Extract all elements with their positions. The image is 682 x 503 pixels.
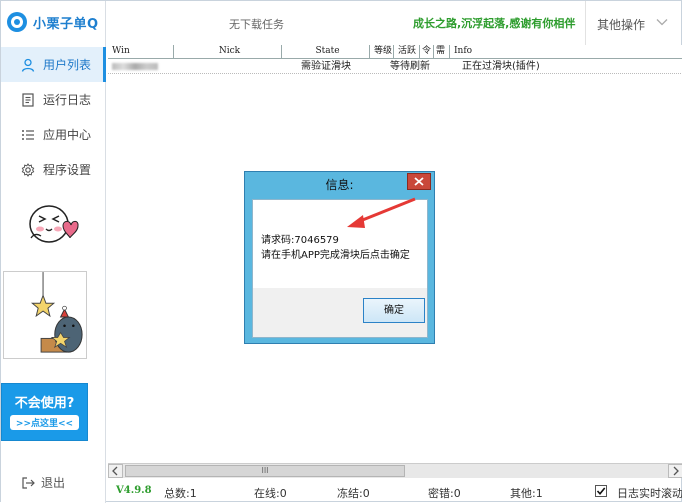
log-icon: [21, 92, 35, 107]
column-header-state[interactable]: State: [282, 45, 370, 59]
column-header-win[interactable]: Win: [108, 45, 174, 59]
scroll-thumb[interactable]: III: [125, 465, 405, 477]
sidebar-item-app-center[interactable]: 应用中心: [1, 117, 106, 152]
sidebar-item-user-list[interactable]: 用户列表: [1, 47, 106, 82]
heart-face-sticker: [29, 205, 79, 243]
header-divider: [585, 1, 586, 45]
sidebar-nav: 用户列表 运行日志 应用中心 程序设置: [1, 47, 106, 187]
column-header-xu[interactable]: 需: [434, 45, 450, 59]
cell-nick: [174, 60, 282, 74]
sidebar-item-label: 应用中心: [43, 128, 92, 142]
ok-button[interactable]: 确定: [363, 298, 425, 323]
close-button[interactable]: [407, 173, 431, 190]
column-header-info[interactable]: Info: [450, 45, 682, 59]
column-header-nick[interactable]: Nick: [174, 45, 282, 59]
status-bar: V4.9.8 总数:1 在线:0 冻结:0 密错:0 其他:1 日志实时滚动: [108, 479, 682, 503]
chevron-left-icon: [112, 466, 118, 476]
gear-icon: [21, 162, 35, 177]
log-scroll-checkbox[interactable]: [595, 485, 607, 497]
table-row[interactable]: 需验证滑块 等待刷新 正在过滑块(插件): [108, 60, 682, 74]
logout-button[interactable]: 退出: [21, 474, 65, 491]
request-code: 请求码:7046579: [261, 235, 339, 246]
download-task-status: 无下载任务: [229, 18, 284, 31]
online-count: 在线:0: [254, 487, 287, 500]
chevron-down-icon[interactable]: [656, 16, 668, 28]
cell-info: 正在过滑块(插件): [462, 61, 540, 72]
red-arrow-annotation: [347, 197, 416, 228]
sidebar-item-settings[interactable]: 程序设置: [1, 152, 106, 187]
cell-win: [108, 60, 174, 74]
top-header: 无下载任务 成长之路,沉浮起落,感谢有你相伴 其他操作: [107, 1, 682, 45]
logo-icon: [7, 12, 27, 32]
user-icon: [21, 58, 35, 72]
password-error-count: 密错:0: [428, 487, 461, 500]
sidebar-item-label: 程序设置: [43, 163, 92, 177]
table-header: Win Nick State 等级 活跃 令 需 Info: [108, 45, 682, 59]
close-icon: [414, 177, 424, 186]
help-link[interactable]: >>点这里<<: [9, 415, 80, 430]
logout-icon: [21, 476, 35, 490]
column-header-active[interactable]: 活跃: [394, 45, 420, 59]
cat-star-sticker: [3, 271, 87, 359]
column-header-level[interactable]: 等级: [370, 45, 394, 59]
help-title: 不会使用?: [14, 396, 75, 411]
help-banner[interactable]: 不会使用? >>点这里<<: [1, 383, 88, 441]
app-logo: 小栗子单Q: [7, 9, 99, 35]
list-icon: [21, 128, 35, 142]
other-operations-menu[interactable]: 其他操作: [597, 16, 645, 33]
cell-state: 需验证滑块: [301, 61, 351, 72]
cell-level: 等待刷新: [390, 61, 430, 72]
frozen-count: 冻结:0: [337, 487, 370, 500]
sidebar: 小栗子单Q 用户列表 运行日志 应用中心 程序设置 不会使用? >>点这里<< …: [1, 1, 106, 503]
sidebar-item-run-log[interactable]: 运行日志: [1, 82, 106, 117]
sidebar-item-label: 运行日志: [43, 93, 92, 107]
scroll-right-button[interactable]: [668, 464, 682, 478]
dialog-instruction: 请在手机APP完成滑块后点击确定: [261, 250, 410, 261]
chevron-right-icon: [673, 466, 679, 476]
redacted-account: [112, 63, 158, 70]
version-label: V4.9.8: [116, 485, 152, 496]
slogan: 成长之路,沉浮起落,感谢有你相伴: [413, 17, 576, 30]
app-name: 小栗子单Q: [33, 16, 99, 32]
column-header-ling[interactable]: 令: [420, 45, 434, 59]
other-count: 其他:1: [510, 487, 543, 500]
sidebar-item-label: 用户列表: [43, 58, 92, 72]
dialog-title: 信息:: [325, 178, 354, 192]
horizontal-scrollbar[interactable]: III: [108, 463, 682, 478]
log-scroll-label: 日志实时滚动: [617, 487, 682, 500]
total-count: 总数:1: [164, 487, 197, 500]
logout-label: 退出: [41, 476, 66, 490]
checkmark-icon: [596, 487, 606, 496]
scroll-left-button[interactable]: [108, 464, 123, 478]
app-window: 小栗子单Q 用户列表 运行日志 应用中心 程序设置 不会使用? >>点这里<< …: [0, 0, 682, 503]
